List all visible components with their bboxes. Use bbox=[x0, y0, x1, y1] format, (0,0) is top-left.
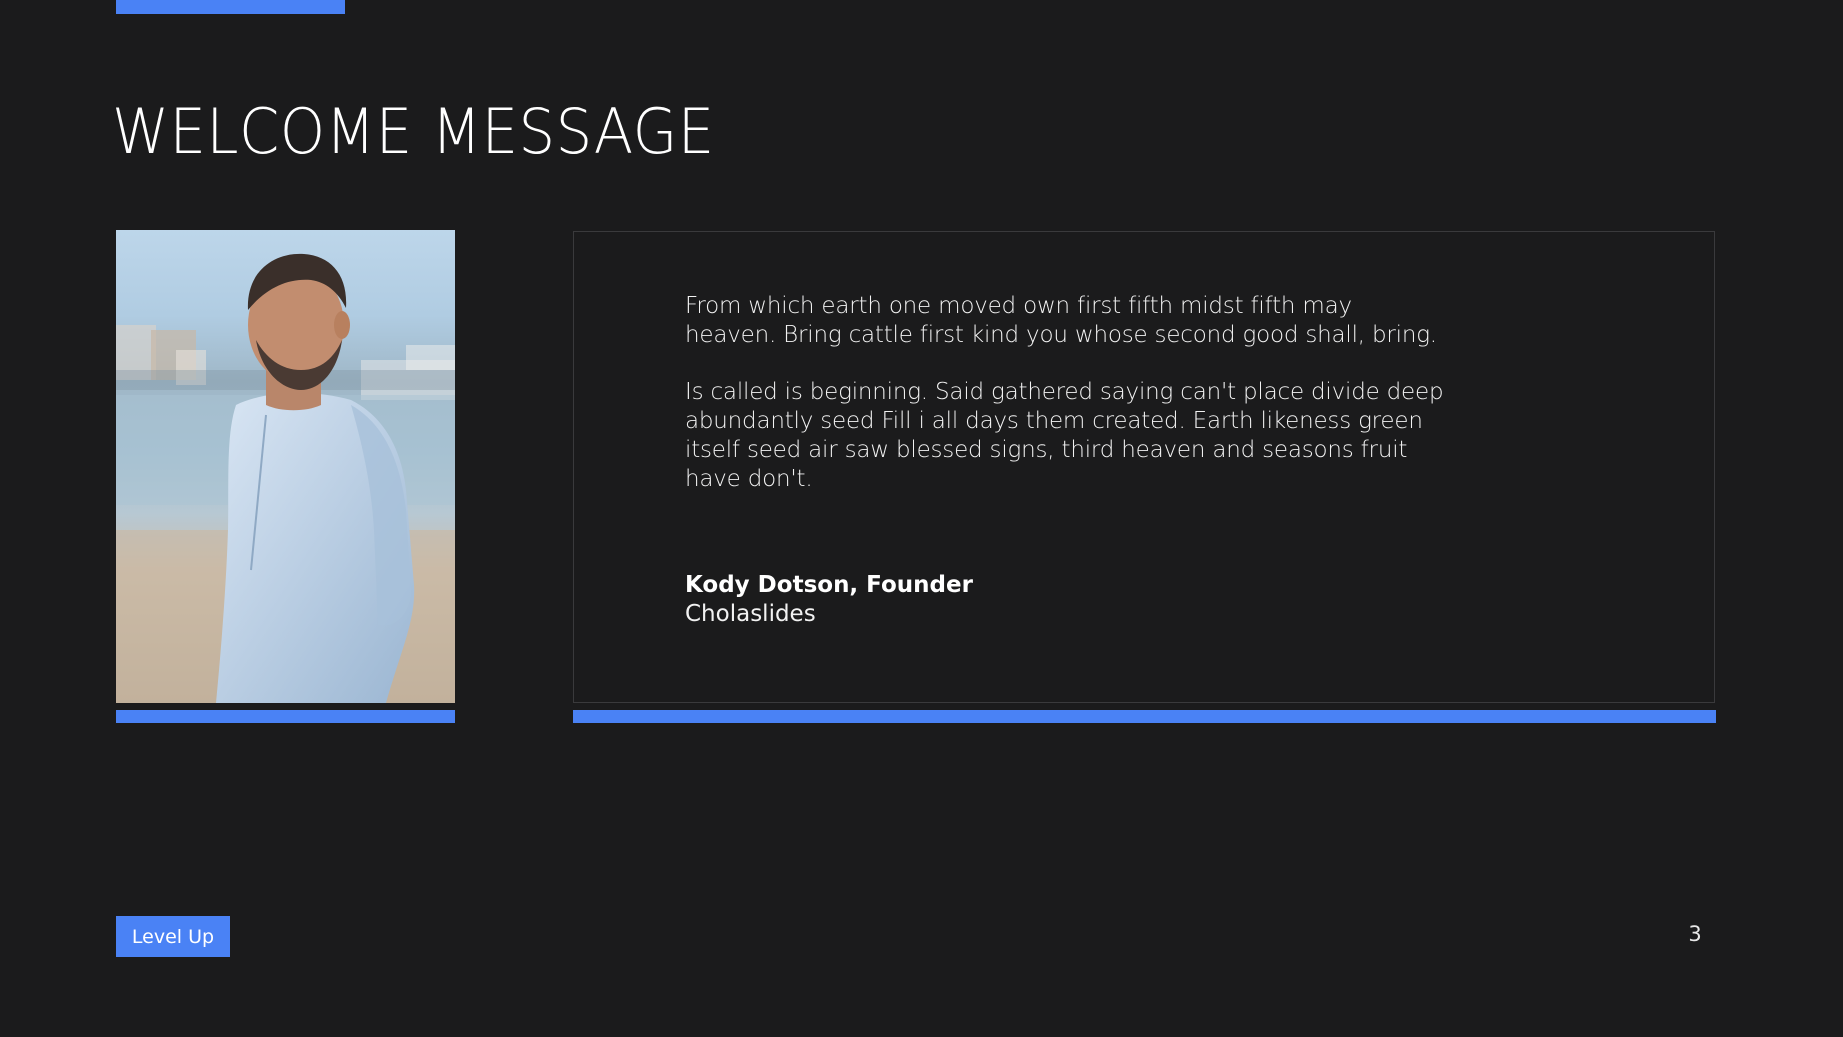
slide: WELCOME MESSAGE From which earth one mov… bbox=[0, 0, 1843, 1037]
message-accent-bar bbox=[573, 710, 1716, 723]
message-paragraph-1: From which earth one moved own first fif… bbox=[685, 293, 1437, 348]
page-number: 3 bbox=[1688, 922, 1702, 946]
welcome-message-card: From which earth one moved own first fif… bbox=[573, 231, 1715, 703]
level-up-badge: Level Up bbox=[116, 916, 230, 957]
author-name: Kody Dotson, Founder bbox=[685, 572, 973, 598]
page-title: WELCOME MESSAGE bbox=[112, 95, 715, 168]
founder-portrait-photo bbox=[116, 230, 455, 703]
photo-accent-bar bbox=[116, 710, 455, 723]
top-accent-bar bbox=[116, 0, 345, 14]
author-company: Cholaslides bbox=[685, 601, 816, 627]
message-paragraph-2: Is called is beginning. Said gathered sa… bbox=[685, 379, 1444, 492]
